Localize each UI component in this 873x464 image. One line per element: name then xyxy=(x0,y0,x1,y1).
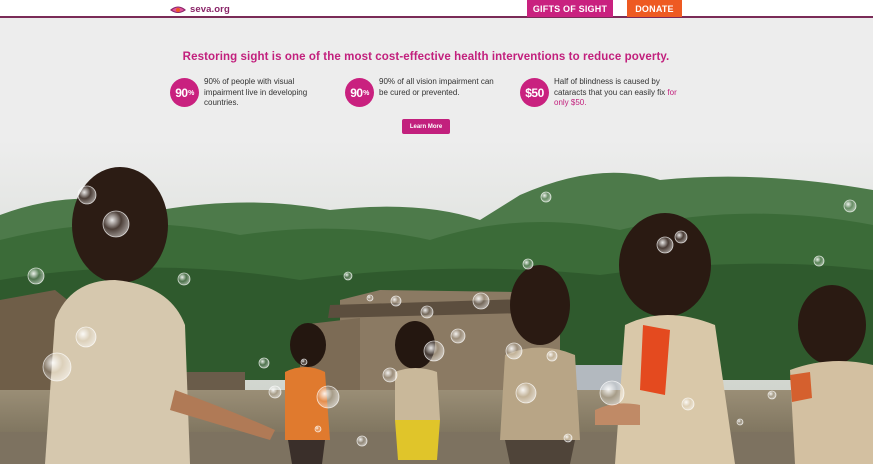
eye-logo-icon xyxy=(170,6,186,13)
stat-badge: $50 xyxy=(520,78,549,107)
hero-illustration xyxy=(0,140,873,464)
stat-badge: 90% xyxy=(345,78,374,107)
stat-item: $50 Half of blindness is caused by catar… xyxy=(520,77,679,109)
donate-button[interactable]: DONATE xyxy=(627,0,682,17)
learn-more-button[interactable]: Learn More xyxy=(402,119,450,134)
stat-text: 90% of people with visual impairment liv… xyxy=(204,77,308,107)
gifts-of-sight-button[interactable]: GIFTS OF SIGHT xyxy=(527,0,613,17)
logo-text: seva.org xyxy=(190,3,230,15)
stat-text: 90% of all vision impairment can be cure… xyxy=(379,77,494,97)
stat-item: 90% 90% of all vision impairment can be … xyxy=(345,77,504,107)
headline: Restoring sight is one of the most cost-… xyxy=(182,51,670,63)
top-nav: seva.org GIFTS OF SIGHT DONATE xyxy=(0,0,873,18)
seva-logo[interactable]: seva.org xyxy=(169,3,230,15)
stat-text: Half of blindness is caused by cataracts… xyxy=(554,77,677,107)
info-section: Restoring sight is one of the most cost-… xyxy=(0,20,873,150)
hero-photo xyxy=(0,140,873,464)
stat-badge: 90% xyxy=(170,78,199,107)
stat-item: 90% 90% of people with visual impairment… xyxy=(170,77,329,109)
